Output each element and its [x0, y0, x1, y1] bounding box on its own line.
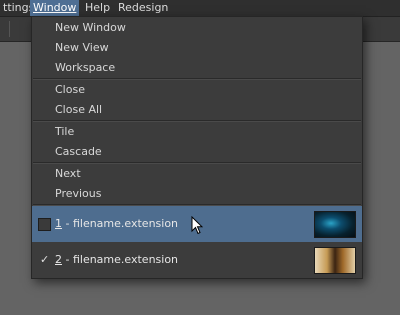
- menu-item-new-view[interactable]: New View: [32, 38, 362, 58]
- menu-item-next[interactable]: Next: [32, 164, 362, 184]
- menu-item-label: New Window: [55, 21, 126, 34]
- menu-item-new-window[interactable]: New Window: [32, 18, 362, 38]
- menu-item-workspace[interactable]: Workspace: [32, 58, 362, 78]
- menu-item-cascade[interactable]: Cascade: [32, 142, 362, 162]
- window-number: 1: [55, 217, 62, 230]
- ocean-eye-image-thumbnail: [314, 211, 356, 238]
- menu-item-label: Close All: [55, 103, 103, 116]
- window-menu-dropdown: New Window New View Workspace Close Clos…: [31, 16, 363, 279]
- menu-window-label: Window: [33, 1, 77, 14]
- menu-bar: ttings Window Help Redesign: [0, 0, 400, 17]
- open-window-item-2[interactable]: ✓ 2 - filename.extension: [32, 242, 362, 278]
- menu-item-label: Next: [55, 167, 81, 180]
- menu-item-close-all[interactable]: Close All: [32, 100, 362, 120]
- checkmark-icon: ✓: [40, 253, 50, 266]
- open-window-label: 1 - filename.extension: [55, 206, 178, 242]
- window-state-box: [38, 218, 51, 231]
- menu-item-previous[interactable]: Previous: [32, 184, 362, 204]
- menu-item-label: Tile: [55, 125, 75, 138]
- menu-item-label: Previous: [55, 187, 102, 200]
- open-window-label: 2 - filename.extension: [55, 242, 178, 278]
- menu-item-close[interactable]: Close: [32, 80, 362, 100]
- window-filename: - filename.extension: [62, 253, 179, 266]
- menu-item-label: New View: [55, 41, 109, 54]
- menu-redesign[interactable]: Redesign: [115, 0, 171, 16]
- window-number: 2: [55, 253, 62, 266]
- menu-item-label: Cascade: [55, 145, 102, 158]
- menu-item-label: Close: [55, 83, 85, 96]
- window-filename: - filename.extension: [62, 217, 179, 230]
- menu-window[interactable]: Window: [30, 0, 80, 16]
- toolbar-separator: [9, 21, 10, 37]
- photo-image-thumbnail: [314, 247, 356, 274]
- menu-help[interactable]: Help: [82, 0, 113, 16]
- menu-item-tile[interactable]: Tile: [32, 122, 362, 142]
- mouse-cursor-icon: [191, 216, 203, 235]
- menu-item-label: Workspace: [55, 61, 116, 74]
